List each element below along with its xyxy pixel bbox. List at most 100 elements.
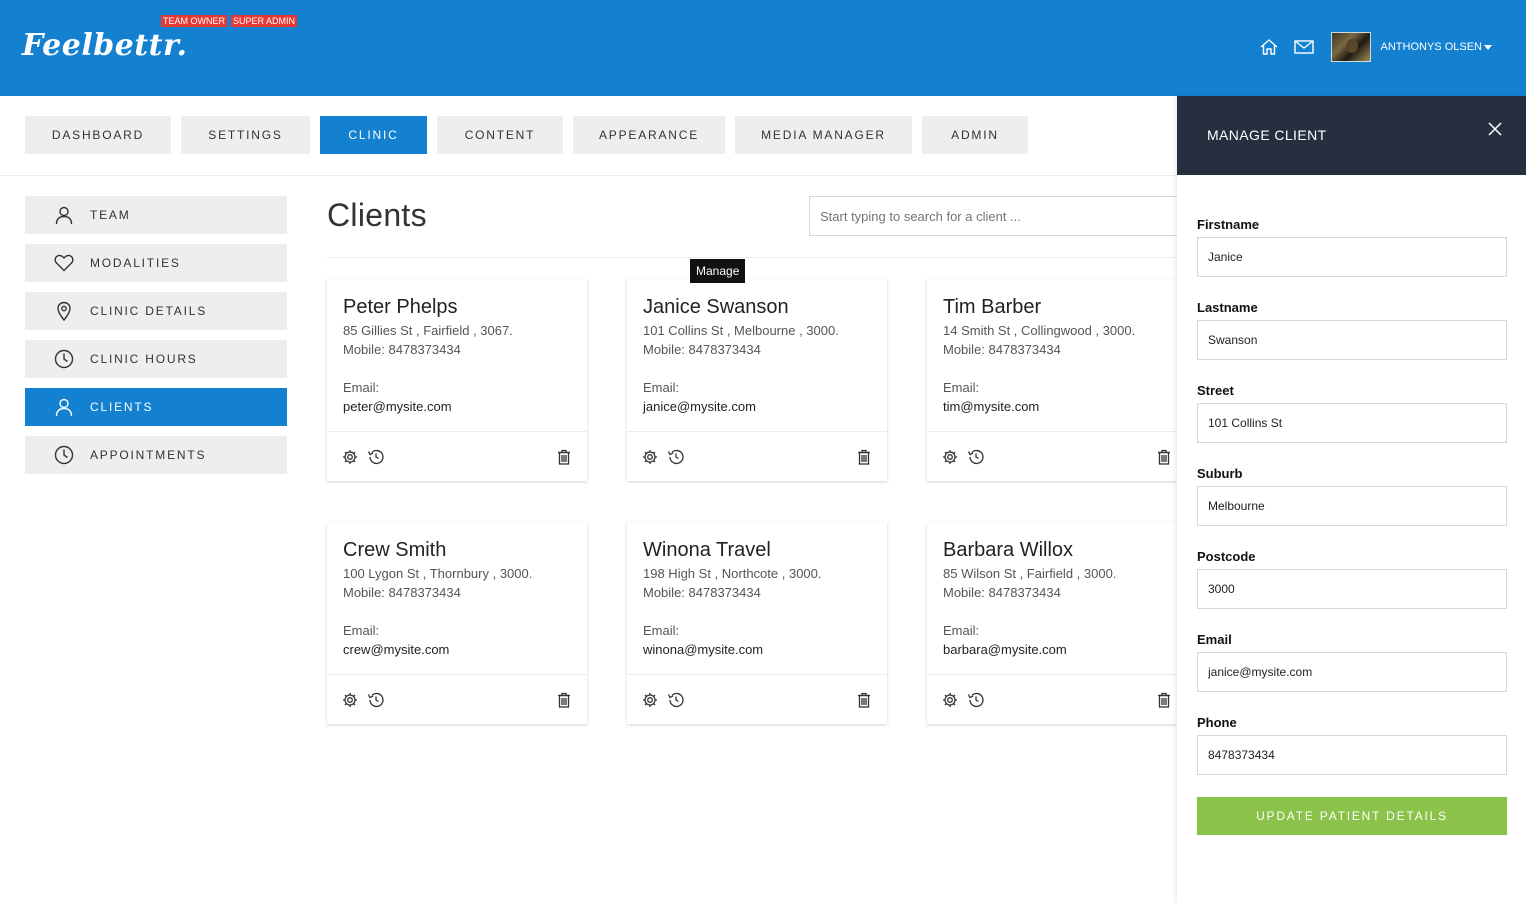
client-mobile: Mobile: 8478373434 bbox=[343, 342, 461, 357]
history-icon[interactable] bbox=[967, 691, 985, 709]
gear-icon[interactable] bbox=[341, 691, 359, 709]
card-divider bbox=[327, 674, 587, 675]
client-card: Janice Swanson 101 Collins St , Melbourn… bbox=[627, 279, 887, 481]
lastname-field[interactable] bbox=[1197, 320, 1507, 360]
tab-content[interactable]: CONTENT bbox=[437, 116, 563, 154]
sidebar-item-clinic-details[interactable]: CLINIC DETAILS bbox=[25, 292, 287, 330]
home-icon[interactable] bbox=[1258, 36, 1280, 58]
card-divider bbox=[927, 431, 1177, 432]
header-actions: ANTHONYS OLSEN bbox=[1258, 32, 1492, 62]
email-label: Email: bbox=[943, 380, 980, 395]
tab-clinic[interactable]: CLINIC bbox=[320, 116, 427, 154]
suburb-label: Suburb bbox=[1197, 466, 1243, 481]
gear-icon[interactable] bbox=[941, 691, 959, 709]
client-address: 100 Lygon St , Thornbury , 3000. bbox=[343, 566, 533, 581]
card-divider bbox=[927, 674, 1177, 675]
tab-admin[interactable]: ADMIN bbox=[922, 116, 1028, 154]
street-label: Street bbox=[1197, 383, 1234, 398]
manage-client-panel: MANAGE CLIENT Firstname Lastname Street … bbox=[1177, 96, 1526, 903]
user-icon bbox=[53, 204, 75, 226]
role-badges: TEAM OWNER SUPER ADMIN bbox=[161, 15, 298, 27]
client-email: winona@mysite.com bbox=[643, 642, 764, 657]
sidebar-item-modalities[interactable]: MODALITIES bbox=[25, 244, 287, 282]
phone-field[interactable] bbox=[1197, 735, 1507, 775]
email-label: Email: bbox=[343, 380, 380, 395]
close-icon[interactable] bbox=[1486, 120, 1504, 138]
page-title: Clients bbox=[327, 197, 427, 233]
phone-label: Phone bbox=[1197, 715, 1237, 730]
sidebar-item-team[interactable]: TEAM bbox=[25, 196, 287, 234]
chevron-down-icon bbox=[1484, 44, 1492, 50]
tab-dashboard[interactable]: DASHBOARD bbox=[25, 116, 171, 154]
firstname-field[interactable] bbox=[1197, 237, 1507, 277]
postcode-field[interactable] bbox=[1197, 569, 1507, 609]
search-input[interactable] bbox=[809, 196, 1209, 236]
app-header: Feelbettr. TEAM OWNER SUPER ADMIN ANTHON… bbox=[0, 0, 1526, 96]
card-divider bbox=[627, 674, 887, 675]
sidebar-item-label: CLIENTS bbox=[90, 400, 154, 414]
gear-icon[interactable] bbox=[341, 448, 359, 466]
client-name: Tim Barber bbox=[943, 296, 1042, 318]
trash-icon[interactable] bbox=[855, 448, 873, 466]
history-icon[interactable] bbox=[667, 448, 685, 466]
history-icon[interactable] bbox=[967, 448, 985, 466]
client-email: barbara@mysite.com bbox=[943, 642, 1067, 657]
gear-icon[interactable] bbox=[641, 448, 659, 466]
client-name: Janice Swanson bbox=[643, 296, 789, 318]
sidebar-item-clinic-hours[interactable]: CLINIC HOURS bbox=[25, 340, 287, 378]
email-field[interactable] bbox=[1197, 652, 1507, 692]
user-menu[interactable]: ANTHONYS OLSEN bbox=[1381, 41, 1492, 53]
clock-icon bbox=[53, 444, 75, 466]
email-label: Email: bbox=[643, 380, 680, 395]
client-mobile: Mobile: 8478373434 bbox=[643, 585, 761, 600]
team-owner-badge: TEAM OWNER bbox=[161, 15, 227, 27]
client-email: peter@mysite.com bbox=[343, 399, 452, 414]
suburb-field[interactable] bbox=[1197, 486, 1507, 526]
email-label: Email: bbox=[643, 623, 680, 638]
history-icon[interactable] bbox=[367, 448, 385, 466]
postcode-label: Postcode bbox=[1197, 549, 1256, 564]
super-admin-badge: SUPER ADMIN bbox=[231, 15, 298, 27]
sidebar-item-appointments[interactable]: APPOINTMENTS bbox=[25, 436, 287, 474]
mail-icon[interactable] bbox=[1293, 36, 1315, 58]
trash-icon[interactable] bbox=[555, 691, 573, 709]
title-divider bbox=[327, 257, 1177, 258]
sidebar-item-label: MODALITIES bbox=[90, 256, 181, 270]
trash-icon[interactable] bbox=[1155, 691, 1173, 709]
update-patient-details-button[interactable]: UPDATE PATIENT DETAILS bbox=[1197, 797, 1507, 835]
tab-media-manager[interactable]: MEDIA MANAGER bbox=[735, 116, 912, 154]
trash-icon[interactable] bbox=[855, 691, 873, 709]
email-label: Email: bbox=[343, 623, 380, 638]
client-card: Winona Travel 198 High St , Northcote , … bbox=[627, 522, 887, 724]
history-icon[interactable] bbox=[367, 691, 385, 709]
client-form: Firstname Lastname Street Suburb Postcod… bbox=[1197, 216, 1507, 835]
sidebar-item-clients[interactable]: CLIENTS bbox=[25, 388, 287, 426]
location-pin-icon bbox=[53, 300, 75, 322]
tab-appearance[interactable]: APPEARANCE bbox=[573, 116, 725, 154]
clock-icon bbox=[53, 348, 75, 370]
history-icon[interactable] bbox=[667, 691, 685, 709]
manage-tooltip: Manage bbox=[690, 259, 746, 283]
trash-icon[interactable] bbox=[1155, 448, 1173, 466]
client-name: Crew Smith bbox=[343, 539, 447, 561]
client-card: Tim Barber 14 Smith St , Collingwood , 3… bbox=[927, 279, 1177, 481]
street-field[interactable] bbox=[1197, 403, 1507, 443]
gear-icon[interactable] bbox=[941, 448, 959, 466]
user-name: ANTHONYS OLSEN bbox=[1380, 41, 1482, 53]
gear-icon[interactable] bbox=[641, 691, 659, 709]
firstname-label: Firstname bbox=[1197, 217, 1260, 232]
client-email: janice@mysite.com bbox=[643, 399, 756, 414]
avatar[interactable] bbox=[1330, 32, 1371, 62]
client-address: 85 Wilson St , Fairfield , 3000. bbox=[943, 566, 1117, 581]
email-label: Email: bbox=[943, 623, 980, 638]
client-name: Barbara Willox bbox=[943, 539, 1074, 561]
heart-icon bbox=[53, 252, 75, 274]
logo[interactable]: Feelbettr. bbox=[22, 28, 188, 63]
main-nav: DASHBOARD SETTINGS CLINIC CONTENT APPEAR… bbox=[25, 116, 1028, 154]
panel-title: MANAGE CLIENT bbox=[1207, 127, 1327, 143]
tab-settings[interactable]: SETTINGS bbox=[181, 116, 310, 154]
sidebar-item-label: CLINIC DETAILS bbox=[90, 304, 207, 318]
client-email: crew@mysite.com bbox=[343, 642, 450, 657]
sidebar-item-label: CLINIC HOURS bbox=[90, 352, 198, 366]
trash-icon[interactable] bbox=[555, 448, 573, 466]
